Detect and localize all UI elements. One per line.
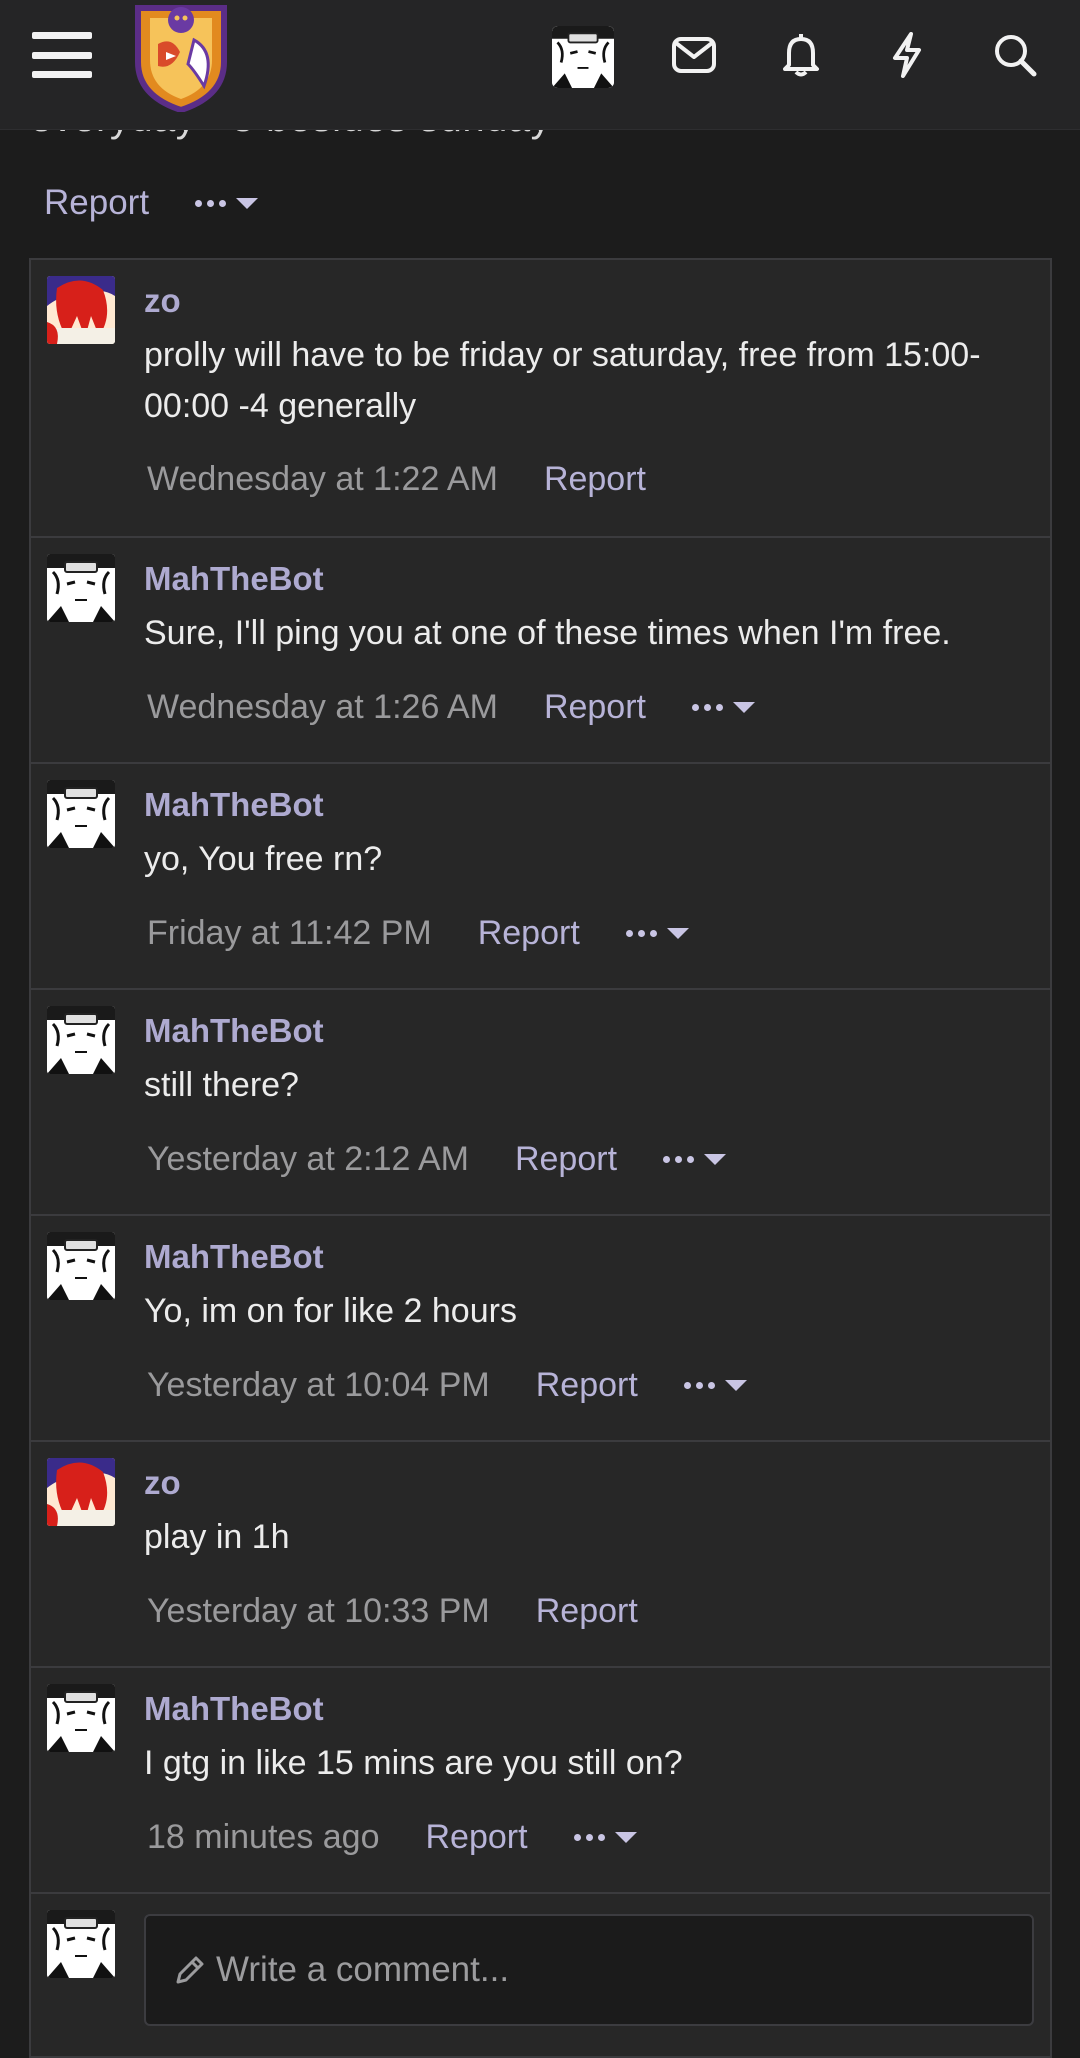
comment-more-options-button[interactable] [573, 1832, 637, 1843]
write-comment-placeholder: Write a comment... [216, 1950, 510, 1989]
comment-text: yo, You free rn? [144, 840, 383, 878]
top-nav-bar [0, 0, 1080, 130]
forum-logo[interactable] [128, 0, 234, 112]
comment-report-link[interactable]: Report [536, 1366, 638, 1405]
comment-meta: Wednesday at 1:26 AM Report [147, 688, 755, 727]
comment-meta: 18 minutes ago Report [147, 1818, 637, 1857]
manga-avatar-icon [47, 1910, 115, 1978]
comment-timestamp[interactable]: Yesterday at 10:33 PM [147, 1592, 490, 1631]
inbox-icon[interactable] [661, 22, 727, 88]
user-avatar-button[interactable] [552, 26, 614, 88]
comment-more-options-button[interactable] [625, 928, 689, 939]
comment-report-link[interactable]: Report [515, 1140, 617, 1179]
bell-icon[interactable] [768, 22, 834, 88]
comment-text: play in 1h [144, 1518, 290, 1556]
search-icon[interactable] [982, 22, 1048, 88]
comment-timestamp[interactable]: Yesterday at 10:04 PM [147, 1366, 490, 1405]
comment-timestamp[interactable]: Friday at 11:42 PM [147, 914, 432, 953]
comment-text: Sure, I'll ping you at one of these time… [144, 614, 951, 652]
manga-avatar-icon[interactable] [47, 1006, 115, 1074]
write-comment-input[interactable]: Write a comment... [144, 1914, 1034, 2026]
comment-more-options-button[interactable] [692, 702, 755, 713]
red-hair-avatar-icon[interactable] [47, 1458, 115, 1526]
chevron-down-icon [236, 197, 259, 209]
comment-item: MahTheBot Yo, im on for like 2 hours Yeste… [31, 1216, 1050, 1442]
chevron-down-icon [724, 1380, 747, 1391]
comment-timestamp[interactable]: Yesterday at 2:12 AM [147, 1140, 469, 1179]
comments-list: zo prolly will have to be friday or satur… [29, 258, 1052, 2058]
chevron-down-icon [733, 702, 755, 713]
comment-text: still there? [144, 1066, 299, 1104]
comment-timestamp[interactable]: Wednesday at 1:26 AM [147, 688, 498, 727]
comment-report-link[interactable]: Report [544, 460, 646, 499]
lightning-icon[interactable] [874, 22, 940, 88]
comment-meta: Wednesday at 1:22 AM Report [147, 460, 646, 499]
chevron-down-icon [666, 928, 689, 939]
manga-avatar-icon[interactable] [47, 1232, 115, 1300]
comment-item: MahTheBot still there? Yesterday at 2:12 A… [31, 990, 1050, 1216]
ellipsis-icon [692, 704, 723, 711]
pencil-icon [176, 1956, 204, 1984]
comment-author[interactable]: MahTheBot [144, 786, 324, 824]
comment-item: MahTheBot I gtg in like 15 mins are you s… [31, 1668, 1050, 1894]
manga-avatar-icon[interactable] [47, 780, 115, 848]
comment-author[interactable]: MahTheBot [144, 1690, 324, 1728]
comment-author[interactable]: MahTheBot [144, 560, 324, 598]
comment-text: I gtg in like 15 mins are you still on? [144, 1744, 683, 1782]
comment-item: zo play in 1h Yesterday at 10:33 PM Report [31, 1442, 1050, 1668]
comment-report-link[interactable]: Report [536, 1592, 638, 1631]
hamburger-menu-icon[interactable] [32, 32, 92, 78]
manga-avatar-icon[interactable] [47, 554, 115, 622]
comment-meta: Yesterday at 10:04 PM Report [147, 1366, 747, 1405]
ellipsis-icon [625, 930, 657, 937]
ellipsis-icon [683, 1382, 715, 1389]
comment-item: MahTheBot Sure, I'll ping you at one of t… [31, 538, 1050, 764]
chevron-down-icon [704, 1154, 727, 1165]
comment-meta: Friday at 11:42 PM Report [147, 914, 689, 953]
comment-more-options-button[interactable] [683, 1380, 747, 1391]
red-hair-avatar-icon[interactable] [47, 276, 115, 344]
chevron-down-icon [614, 1832, 637, 1843]
comment-report-link[interactable]: Report [426, 1818, 528, 1857]
comment-report-link[interactable]: Report [478, 914, 580, 953]
ellipsis-icon [195, 199, 227, 207]
comment-more-options-button[interactable] [663, 1154, 727, 1165]
comment-author[interactable]: zo [144, 1464, 181, 1502]
ellipsis-icon [573, 1834, 605, 1841]
manga-avatar-icon[interactable] [47, 1684, 115, 1752]
post-actions: Report [44, 183, 259, 223]
comment-author[interactable]: MahTheBot [144, 1012, 324, 1050]
comment-text: prolly will have to be friday or saturda… [144, 336, 981, 425]
manga-avatar-icon [552, 26, 614, 88]
comment-author[interactable]: zo [144, 282, 181, 320]
comment-timestamp[interactable]: Wednesday at 1:22 AM [147, 460, 498, 499]
comment-item: MahTheBot yo, You free rn? Friday at 11:42… [31, 764, 1050, 990]
comment-meta: Yesterday at 2:12 AM Report [147, 1140, 727, 1179]
comment-report-link[interactable]: Report [544, 688, 646, 727]
post-more-options-button[interactable] [195, 197, 259, 209]
ellipsis-icon [663, 1156, 695, 1163]
post-report-link[interactable]: Report [44, 183, 149, 223]
comment-author[interactable]: MahTheBot [144, 1238, 324, 1276]
comment-meta: Yesterday at 10:33 PM Report [147, 1592, 638, 1631]
comment-timestamp[interactable]: 18 minutes ago [147, 1818, 380, 1857]
comment-text: Yo, im on for like 2 hours [144, 1292, 517, 1330]
comment-item: zo prolly will have to be friday or satur… [31, 260, 1050, 538]
